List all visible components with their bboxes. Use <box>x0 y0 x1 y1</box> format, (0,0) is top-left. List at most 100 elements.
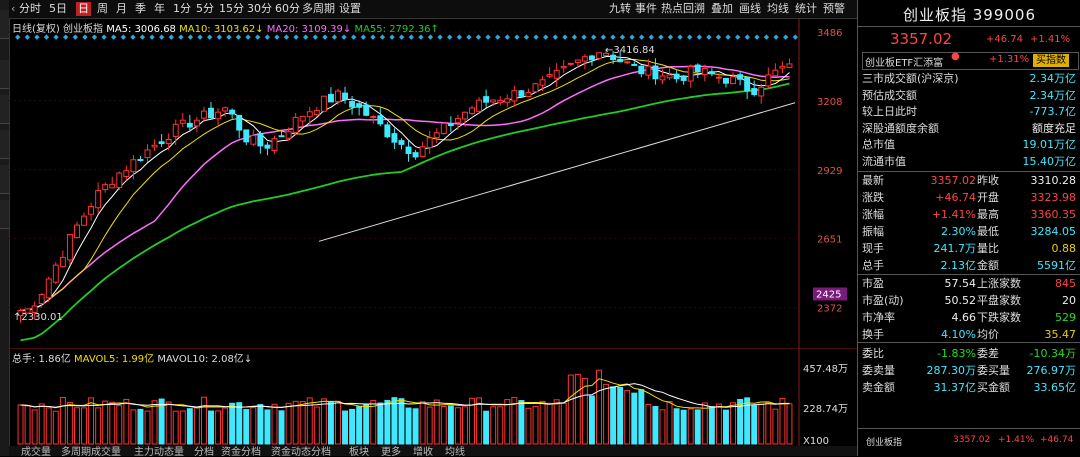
sidebar-tab-2[interactable] <box>0 60 9 89</box>
price-tick-label: 2929 <box>817 166 842 177</box>
volume-chart[interactable]: 总手: 1.86亿 MAVOL5: 1.99亿 MAVOL10: 2.08亿↓ … <box>9 347 857 447</box>
ma-button[interactable]: 均线 <box>767 2 789 16</box>
tab-weekly[interactable]: 周 <box>97 2 108 16</box>
buy-index-button[interactable]: 买指数 <box>1033 54 1069 67</box>
stat-value: 0.88 <box>1051 242 1077 255</box>
candle-body <box>292 116 299 133</box>
tab-daily[interactable]: 日 <box>76 2 91 16</box>
candle-body <box>737 74 744 80</box>
volume-bar <box>532 405 539 445</box>
stats-button[interactable]: 统计 <box>795 2 817 16</box>
stat-label: 最低 <box>977 225 999 238</box>
tab-15min[interactable]: 15分 <box>219 2 244 16</box>
stat-value: 3357.02 <box>930 174 977 187</box>
signal-diamond-icon: ◆ <box>466 33 472 41</box>
ticker-bar[interactable]: 创业板指 3357.02 +1.41% +46.74 <box>858 428 1080 457</box>
volume-bar <box>659 409 666 445</box>
tab-zengshou[interactable]: 增收 <box>413 446 433 456</box>
candle-body <box>596 52 602 59</box>
volume-bar <box>694 409 701 445</box>
etf-dot-icon: ● <box>951 51 960 62</box>
summary-value: 2.34万亿 <box>1029 88 1077 102</box>
tab-60min[interactable]: 60分 <box>275 2 300 16</box>
volume-bar <box>440 405 447 445</box>
chevron-left-icon[interactable]: ‹ <box>11 2 15 16</box>
volume-bar <box>243 409 250 445</box>
candle-body <box>588 55 595 61</box>
candle-body <box>786 63 793 68</box>
tab-sector[interactable]: 板块 <box>349 446 369 456</box>
settings-button[interactable]: 设置 <box>339 2 361 16</box>
tab-fund-tier[interactable]: 资金分档 <box>221 446 261 456</box>
candle-body <box>222 107 229 112</box>
legend-vol: 总手: 1.86亿 <box>12 354 71 365</box>
signal-diamond-icon: ◆ <box>457 33 463 41</box>
candle-body <box>518 90 525 97</box>
candle-body <box>342 92 349 100</box>
jiuzhuan-button[interactable]: 九转 <box>609 2 631 16</box>
tab-ma[interactable]: 均线 <box>445 446 465 456</box>
candlestick-chart[interactable]: 日线(复权) 创业板指 MA5: 3006.68 MA10: 3103.62↓ … <box>9 18 857 348</box>
tab-multi-volume[interactable]: 多周期成交量 <box>61 446 121 456</box>
candlestick-svg: ◆ ◆ ◆ ◆ ◆ ◆ ◆ ◆ ◆ ◆ ◆ ◆ ◆ ◆ ◆ ◆ ◆ ◆ ◆ ◆ ◆ ◆ ◆ ◆ ◆ ◆ ◆ ◆ ◆ ◆ ◆ ◆ ◆ ◆ ◆ ◆ ◆ ◆ ◆ ◆… <box>9 18 847 348</box>
sidebar-tab-5[interactable] <box>0 165 9 194</box>
signal-diamond-icon: ◆ <box>601 33 607 41</box>
candle-body <box>88 206 95 215</box>
candle-body <box>433 132 440 139</box>
volume-bar <box>172 410 179 445</box>
candle-body <box>574 59 581 63</box>
tab-main-dynamic[interactable]: 主力动态量 <box>134 446 184 456</box>
volume-bar <box>222 407 229 445</box>
candle-body <box>137 159 144 162</box>
stat-row: 最新 3357.02 昨收 3310.28 <box>862 173 1076 189</box>
event-button[interactable]: 事件 <box>635 2 657 16</box>
summary-value: 额度充足 <box>1032 121 1076 135</box>
candle-body <box>299 115 306 122</box>
volume-bar <box>356 406 363 445</box>
tab-5day[interactable]: 5日 <box>49 2 67 16</box>
candle-body <box>327 93 334 103</box>
overlay-button[interactable]: 叠加 <box>711 2 733 16</box>
etf-row[interactable]: 创业板ETF汇添富 ● +1.31% 买指数 <box>862 51 1079 70</box>
summary-label: 总市值 <box>862 138 895 151</box>
sidebar-tab-1[interactable] <box>0 10 9 39</box>
tab-5min[interactable]: 5分 <box>196 2 214 16</box>
signal-diamond-icon: ◆ <box>649 33 655 41</box>
signal-diamond-icon: ◆ <box>697 33 703 41</box>
sidebar-tab-3[interactable] <box>0 95 9 124</box>
candle-body <box>229 109 236 115</box>
tab-volume[interactable]: 成交量 <box>21 446 51 456</box>
alert-button[interactable]: 预警 <box>823 2 845 16</box>
volume-bar <box>66 401 73 445</box>
candle-body <box>95 190 102 209</box>
tab-tier[interactable]: 分档 <box>194 446 214 456</box>
index-title: 创业板指 399006 <box>902 6 1037 24</box>
candle-body <box>102 184 109 191</box>
candle-body <box>165 139 172 145</box>
candle-body <box>363 104 370 116</box>
volume-bar <box>398 398 405 445</box>
hotspot-button[interactable]: 热点回溯 <box>661 2 705 16</box>
volume-bar <box>320 398 327 445</box>
candle-body <box>673 73 680 80</box>
summary-row: 流通市值 15.40万亿 <box>862 154 1076 170</box>
sidebar-tab-4[interactable] <box>0 130 9 159</box>
tab-monthly[interactable]: 月 <box>116 2 127 16</box>
tab-1min[interactable]: 1分 <box>173 2 191 16</box>
tab-fenshi[interactable]: 分时 <box>19 2 41 16</box>
tab-30min[interactable]: 30分 <box>247 2 272 16</box>
tab-quarterly[interactable]: 季 <box>135 2 146 16</box>
candle-body <box>631 63 638 66</box>
candle-body <box>504 98 511 103</box>
volume-bar <box>384 399 391 445</box>
tab-more[interactable]: 更多 <box>381 446 401 456</box>
sidebar-tab-6[interactable] <box>0 200 9 229</box>
stat-value: 3310.28 <box>1030 174 1077 187</box>
tab-multi-period[interactable]: 多周期 <box>302 2 335 16</box>
volume-bar <box>454 407 461 445</box>
drawline-button[interactable]: 画线 <box>739 2 761 16</box>
tab-yearly[interactable]: 年 <box>154 2 165 16</box>
volume-bar <box>518 400 525 445</box>
tab-fund-dynamic-tier[interactable]: 资金动态分档 <box>271 446 331 456</box>
stat-label: 振幅 <box>862 225 884 238</box>
